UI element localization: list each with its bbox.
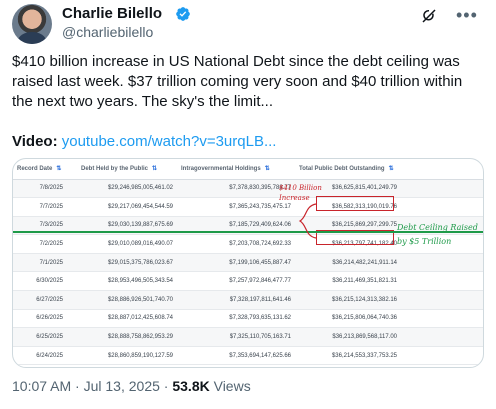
tweet-media-image[interactable]: Record Date ⇅ Debt Held by the Public ⇅ In… xyxy=(12,158,484,368)
sort-icon: ⇅ xyxy=(264,166,270,173)
table-cell: $7,353,694,147,625.66 xyxy=(177,346,295,366)
meta-separator: · xyxy=(75,378,80,394)
annotation-debt-ceiling: Debt Ceiling Raised by $5 Trillion xyxy=(397,223,478,246)
table-row: 6/25/2025 $28,888,758,862,953.29 $7,325,11… xyxy=(13,327,483,347)
table-cell: $28,953,496,505,343.54 xyxy=(77,271,177,292)
table-cell: $28,886,926,501,740.70 xyxy=(77,290,177,310)
table-cell: 6/27/2025 xyxy=(13,290,77,310)
table-cell: 7/1/2025 xyxy=(13,253,77,273)
table-cell: $7,203,708,724,692.33 xyxy=(177,234,295,254)
tweet-date[interactable]: Jul 13, 2025 xyxy=(84,378,160,394)
table-row: 7/8/2025 $29,246,985,005,461.02 $7,378,830… xyxy=(13,179,483,199)
grok-icon[interactable] xyxy=(420,7,438,25)
table-cell: $36,211,469,351,821.31 xyxy=(295,271,483,292)
sort-icon: ⇅ xyxy=(388,166,394,173)
table-cell: $36,213,869,568,117.00 xyxy=(295,327,483,347)
table-row: 6/24/2025 $28,860,859,190,127.59 $7,353,69… xyxy=(13,346,483,366)
table-row: 7/7/2025 $29,217,069,454,544.59 $7,365,243… xyxy=(13,197,483,217)
table-cell: $36,214,553,337,753.25 xyxy=(295,346,483,366)
table-cell: $7,378,830,395,788.77 xyxy=(177,179,295,199)
video-line: Video: youtube.com/watch?v=3urqLB... xyxy=(12,132,276,152)
table-cell: $7,199,106,455,887.47 xyxy=(177,253,295,273)
debt-table: Record Date ⇅ Debt Held by the Public ⇅ In… xyxy=(13,159,483,366)
table-cell: $36,215,806,064,740.36 xyxy=(295,309,483,329)
views-count: 53.8K xyxy=(172,378,210,394)
table-row: 6/27/2025 $28,886,926,501,740.70 $7,328,19… xyxy=(13,290,483,310)
table-cell: 7/7/2025 xyxy=(13,197,77,217)
table-cell: 6/25/2025 xyxy=(13,327,77,347)
views-label: Views xyxy=(213,378,251,394)
table-cell: 7/2/2025 xyxy=(13,234,77,254)
table-cell: 7/8/2025 xyxy=(13,179,77,199)
table-header-cell[interactable]: Record Date ⇅ xyxy=(13,159,77,180)
table-cell: $7,328,197,811,641.46 xyxy=(177,290,295,310)
table-row: 7/1/2025 $29,015,375,786,023.67 $7,199,106… xyxy=(13,253,483,273)
tweet-text: $410 billion increase in US National Deb… xyxy=(12,53,463,110)
more-icon[interactable]: ••• xyxy=(456,5,478,26)
author-name[interactable]: Charlie Bilello xyxy=(62,5,162,22)
video-link[interactable]: youtube.com/watch?v=3urqLB... xyxy=(62,133,277,150)
verified-badge-icon xyxy=(176,7,190,21)
table-header-cell[interactable]: Intragovernmental Holdings ⇅ xyxy=(177,159,295,180)
table-cell: 6/24/2025 xyxy=(13,346,77,366)
table-cell: $29,217,069,454,544.59 xyxy=(77,197,177,217)
video-label: Video: xyxy=(12,133,58,150)
table-cell: 6/26/2025 xyxy=(13,309,77,329)
table-cell: $28,887,012,425,608.74 xyxy=(77,309,177,329)
table-header-row: Record Date ⇅ Debt Held by the Public ⇅ In… xyxy=(13,159,483,180)
table-cell: $28,860,859,190,127.59 xyxy=(77,346,177,366)
annotation-brace xyxy=(298,203,317,239)
table-cell: $7,325,110,705,163.71 xyxy=(177,327,295,347)
tweet-time[interactable]: 10:07 AM xyxy=(12,378,71,394)
table-header-cell[interactable]: Total Public Debt Outstanding ⇅ xyxy=(295,159,483,180)
table-cell: $29,015,375,786,023.67 xyxy=(77,253,177,273)
table-cell: $7,328,793,635,131.62 xyxy=(177,309,295,329)
table-row: 6/26/2025 $28,887,012,425,608.74 $7,328,79… xyxy=(13,309,483,329)
table-cell: $28,888,758,862,953.29 xyxy=(77,327,177,347)
table-cell: $7,365,243,735,475.17 xyxy=(177,197,295,217)
table-cell: $36,215,124,313,382.16 xyxy=(295,290,483,310)
meta-separator: · xyxy=(163,378,169,394)
tweet-meta: 10:07 AM · Jul 13, 2025 · 53.8K Views xyxy=(12,378,251,394)
table-cell: 6/30/2025 xyxy=(13,271,77,292)
sort-icon: ⇅ xyxy=(56,166,62,173)
avatar[interactable] xyxy=(12,4,52,44)
table-row: 6/30/2025 $28,953,496,505,343.54 $7,257,97… xyxy=(13,271,483,292)
table-cell: $36,214,482,241,911.14 xyxy=(295,253,483,273)
table-cell: $29,246,985,005,461.02 xyxy=(77,179,177,199)
sort-icon: ⇅ xyxy=(152,166,158,173)
table-header-cell[interactable]: Debt Held by the Public ⇅ xyxy=(77,159,177,180)
author-handle[interactable]: @charliebilello xyxy=(62,24,153,40)
annotation-increase: $410 Billion Increase xyxy=(279,184,322,202)
table-cell: $29,010,089,016,490.07 xyxy=(77,234,177,254)
table-cell: $7,257,972,846,477.77 xyxy=(177,271,295,292)
